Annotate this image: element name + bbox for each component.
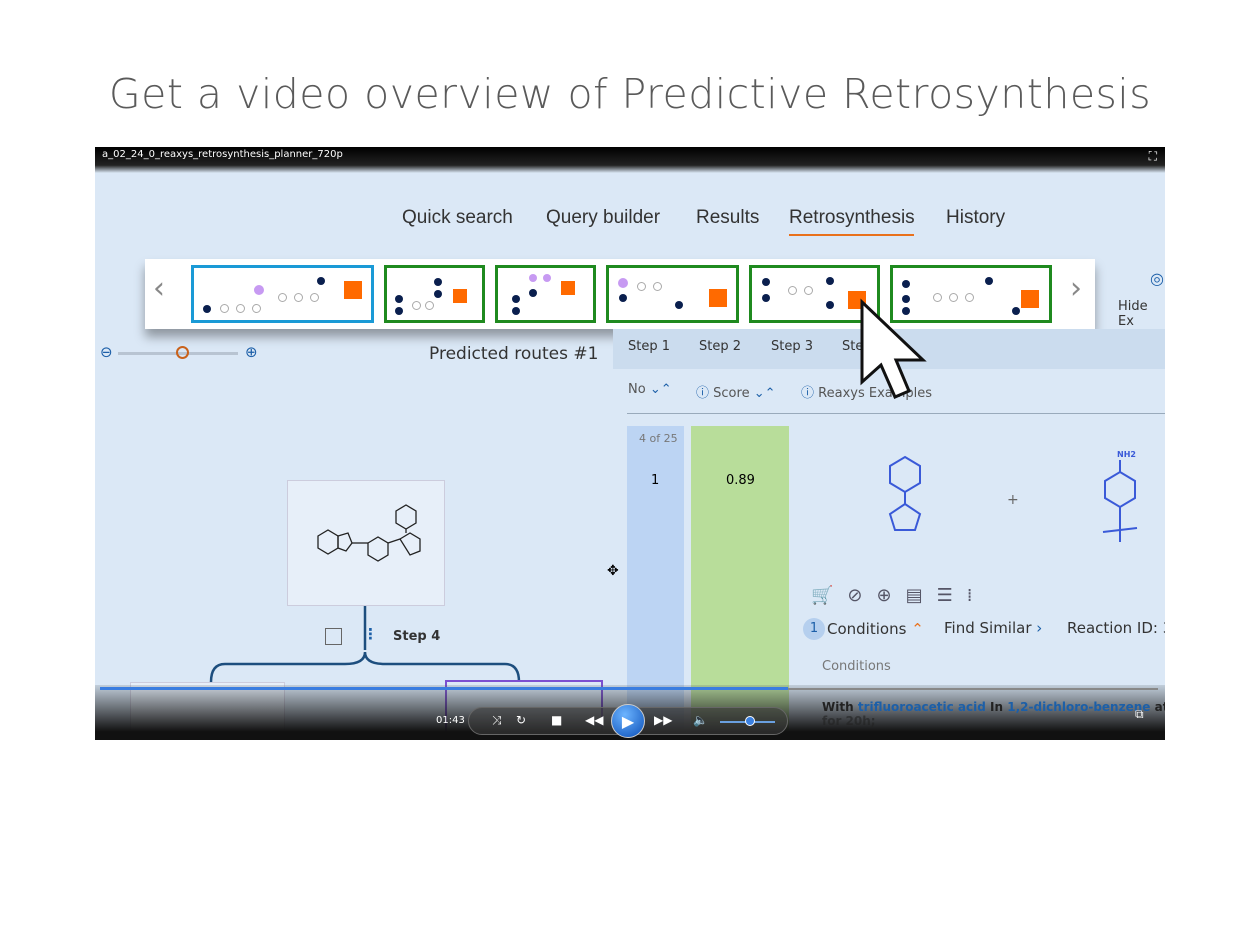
conditions-toggle[interactable]: Conditions ⌃ [827, 620, 924, 638]
nav-results[interactable]: Results [696, 207, 759, 229]
video-title-bar: a_02_24_0_reaxys_retrosynthesis_planner_… [95, 147, 1165, 173]
route-thumbnail[interactable] [606, 265, 739, 323]
nav-quick-search[interactable]: Quick search [402, 207, 513, 229]
zoom-in-icon[interactable]: ⊕ [245, 343, 258, 361]
video-player[interactable]: a_02_24_0_reaxys_retrosynthesis_planner_… [95, 147, 1165, 740]
active-tab-indicator [789, 234, 914, 236]
tab-step-3[interactable]: Step 3 [771, 339, 813, 354]
conditions-count-badge: 1 [803, 618, 825, 640]
column-no[interactable]: No ⌄⌃ [628, 382, 672, 397]
hide-eye-icon[interactable]: ◎ [1150, 269, 1164, 288]
fast-forward-icon[interactable]: ▶▶ [654, 713, 672, 727]
column-score[interactable]: ⓘ Score ⌄⌃ [696, 382, 776, 401]
chevron-right-icon: › [1036, 619, 1043, 637]
chevron-left-icon[interactable]: ‹ [153, 271, 165, 306]
score-value: 0.89 [726, 473, 755, 488]
mouse-cursor-icon [860, 298, 927, 399]
route-thumbnail-strip: ‹ › [145, 259, 1095, 329]
reactant-structure-1[interactable] [875, 452, 935, 547]
repeat-icon[interactable]: ↻ [516, 713, 526, 727]
route-thumbnail[interactable] [384, 265, 485, 323]
chevron-right-icon[interactable]: › [1070, 271, 1082, 306]
tab-step-1[interactable]: Step 1 [628, 339, 670, 354]
video-filename: a_02_24_0_reaxys_retrosynthesis_planner_… [102, 149, 343, 160]
conditions-heading: Conditions [822, 659, 891, 674]
predicted-routes-label: Predicted routes #1 [429, 344, 599, 364]
info-icon: ⓘ [801, 386, 815, 401]
info-icon: ⓘ [696, 386, 710, 401]
resize-cursor-icon: ✥ [607, 563, 619, 579]
nav-query-builder[interactable]: Query builder [546, 207, 660, 229]
stop-icon[interactable]: ■ [551, 713, 562, 727]
page-title: Get a video overview of Predictive Retro… [108, 70, 1152, 118]
tree-connector [209, 606, 521, 682]
amine-label: NH2 [1117, 450, 1136, 459]
nav-retrosynthesis[interactable]: Retrosynthesis [789, 207, 915, 229]
target-molecule-structure[interactable] [287, 480, 445, 606]
find-similar-link[interactable]: Find Similar › [944, 619, 1042, 637]
plus-sign: + [1007, 492, 1019, 508]
rewind-icon[interactable]: ◀◀ [585, 713, 603, 727]
hide-examples-button[interactable]: Hide Ex [1118, 299, 1165, 329]
chevron-up-icon: ⌃ [911, 620, 924, 638]
conditions-detail: With trifluoroacetic acid In 1,2-dichlor… [822, 700, 1165, 728]
zoom-out-icon[interactable]: ⊖ [100, 343, 113, 361]
popout-icon[interactable]: ⧉ [1135, 707, 1144, 722]
nav-history[interactable]: History [946, 207, 1005, 229]
seek-progress [100, 687, 788, 690]
route-thumbnail[interactable] [191, 265, 374, 323]
tab-step-2[interactable]: Step 2 [699, 339, 741, 354]
route-thumbnail[interactable] [495, 265, 596, 323]
result-count: 4 of 25 [639, 432, 678, 445]
reaction-id: Reaction ID: 3 [1067, 619, 1165, 637]
time-elapsed: 01:43 [436, 715, 465, 726]
fullscreen-icon[interactable]: ⛶ [1149, 149, 1157, 164]
zoom-slider-handle[interactable] [176, 346, 189, 359]
play-button[interactable]: ▶ [611, 704, 645, 738]
volume-icon[interactable]: 🔈 [693, 713, 708, 727]
reactant-structure-2[interactable] [1095, 452, 1155, 547]
row-number: 1 [651, 473, 660, 488]
shuffle-icon[interactable]: ⤨ [492, 713, 502, 728]
reaction-action-icons[interactable]: 🛒⊘⊕▤☰⁞ [811, 585, 986, 606]
